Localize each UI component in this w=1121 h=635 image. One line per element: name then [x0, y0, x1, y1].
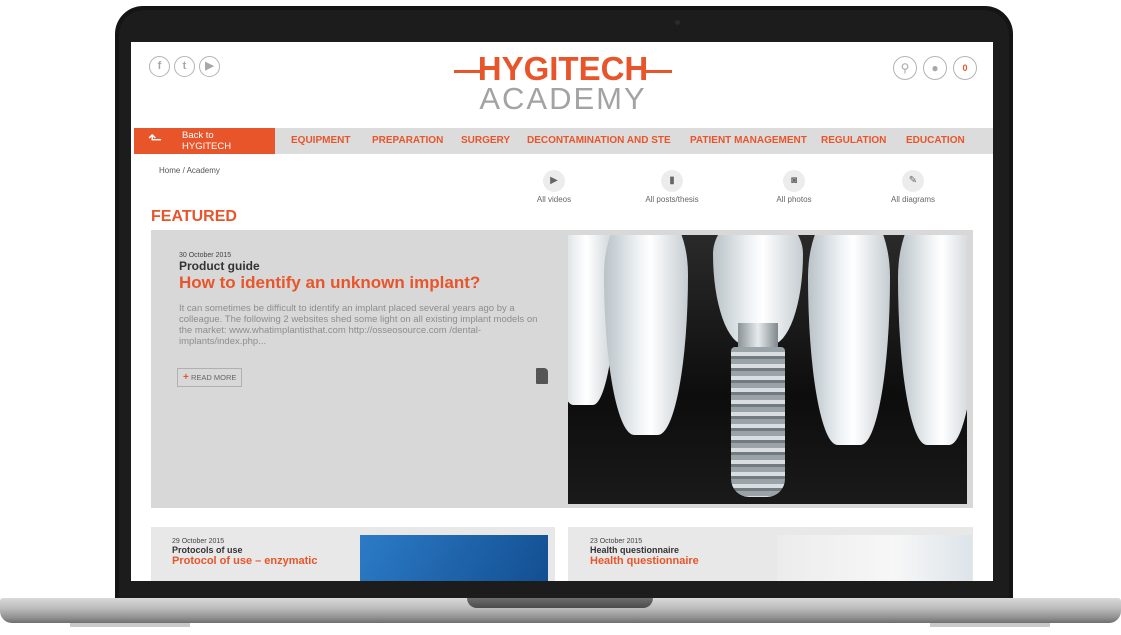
- cart-icon[interactable]: 0: [953, 56, 977, 80]
- website-screen: f t ▶ HYGITECH ACADEMY ⚲ ● 0 ⬑ Back to H…: [131, 42, 993, 581]
- breadcrumb[interactable]: Home / Academy: [159, 166, 220, 175]
- back-to-hygitech-button[interactable]: ⬑ Back to HYGITECH: [134, 128, 275, 154]
- search-icon[interactable]: ⚲: [893, 56, 917, 80]
- youtube-icon[interactable]: ▶: [199, 56, 220, 77]
- implant-screw: [731, 347, 785, 497]
- main-nav: ⬑ Back to HYGITECH EQUIPMENT PREPARATION…: [134, 128, 993, 154]
- back-arrow-icon: ⬑: [148, 130, 163, 149]
- article-thumbnail[interactable]: [360, 535, 548, 581]
- read-more-button[interactable]: + READ MORE: [177, 368, 243, 387]
- featured-date: 30 October 2015: [179, 252, 232, 259]
- tooth-shape: [604, 235, 688, 435]
- laptop-foot-right: [930, 623, 1050, 627]
- article-text: 29 October 2015 Protocols of use Protoco…: [172, 538, 317, 567]
- quick-link-videos[interactable]: ▶ All videos: [509, 170, 599, 204]
- logo-bar-right: [646, 69, 673, 73]
- facebook-icon[interactable]: f: [149, 56, 170, 77]
- quick-link-label: All posts/thesis: [645, 195, 699, 204]
- video-icon: ▶: [543, 170, 565, 192]
- featured-excerpt: It can sometimes be difficult to identif…: [179, 303, 538, 347]
- article-thumbnail[interactable]: [777, 535, 972, 581]
- nav-item-decontamination[interactable]: DECONTAMINATION AND STE: [527, 128, 671, 154]
- back-label: Back to HYGITECH: [182, 130, 232, 152]
- social-links: f t ▶: [149, 56, 220, 77]
- quick-link-diagrams[interactable]: ✎ All diagrams: [868, 170, 958, 204]
- featured-category: Product guide: [179, 259, 260, 273]
- laptop-notch: [467, 598, 653, 608]
- camera-icon: ◙: [783, 170, 805, 192]
- article-text: 23 October 2015 Health questionnaire Hea…: [590, 538, 699, 567]
- article-category: Health questionnaire: [590, 545, 680, 555]
- featured-text: 30 October 2015 Product guide How to ide…: [179, 252, 539, 347]
- document-icon: [536, 368, 548, 384]
- article-category: Protocols of use: [172, 545, 243, 555]
- featured-card[interactable]: 30 October 2015 Product guide How to ide…: [151, 230, 973, 508]
- nav-item-surgery[interactable]: SURGERY: [461, 128, 510, 154]
- article-date: 29 October 2015: [172, 538, 225, 545]
- nav-item-regulation[interactable]: REGULATION: [821, 128, 886, 154]
- article-date: 23 October 2015: [590, 538, 643, 545]
- nav-item-education[interactable]: EDUCATION: [906, 128, 965, 154]
- logo-bar-left: [453, 69, 480, 73]
- document-icon: ▮: [661, 170, 683, 192]
- tooth-shape: [898, 235, 967, 445]
- read-more-label: READ MORE: [190, 373, 237, 382]
- quick-link-label: All videos: [536, 195, 572, 204]
- article-title[interactable]: Protocol of use – enzymatic: [172, 555, 317, 567]
- user-icon[interactable]: ●: [923, 56, 947, 80]
- article-card[interactable]: 29 October 2015 Protocols of use Protoco…: [151, 527, 555, 581]
- camera: [675, 20, 680, 25]
- article-card[interactable]: 23 October 2015 Health questionnaire Hea…: [568, 527, 973, 581]
- plus-icon: +: [183, 372, 189, 383]
- nav-item-equipment[interactable]: EQUIPMENT: [291, 128, 350, 154]
- logo-subtitle: ACADEMY: [479, 81, 647, 116]
- article-title[interactable]: Health questionnaire: [590, 555, 699, 567]
- twitter-icon[interactable]: t: [174, 56, 195, 77]
- featured-heading: FEATURED: [151, 208, 237, 225]
- nav-item-patient-management[interactable]: PATIENT MANAGEMENT: [690, 128, 807, 154]
- header-tools: ⚲ ● 0: [893, 56, 977, 80]
- tooth-shape: [808, 235, 890, 445]
- laptop-foot-left: [70, 623, 190, 627]
- quick-link-posts[interactable]: ▮ All posts/thesis: [627, 170, 717, 204]
- quick-link-photos[interactable]: ◙ All photos: [749, 170, 839, 204]
- quick-link-label: All diagrams: [890, 195, 935, 204]
- quick-link-label: All photos: [776, 195, 812, 204]
- site-logo[interactable]: HYGITECH ACADEMY: [453, 51, 673, 115]
- edit-icon: ✎: [902, 170, 924, 192]
- featured-title[interactable]: How to identify an unknown implant?: [179, 273, 539, 293]
- nav-item-preparation[interactable]: PREPARATION: [372, 128, 443, 154]
- featured-image[interactable]: [568, 235, 967, 504]
